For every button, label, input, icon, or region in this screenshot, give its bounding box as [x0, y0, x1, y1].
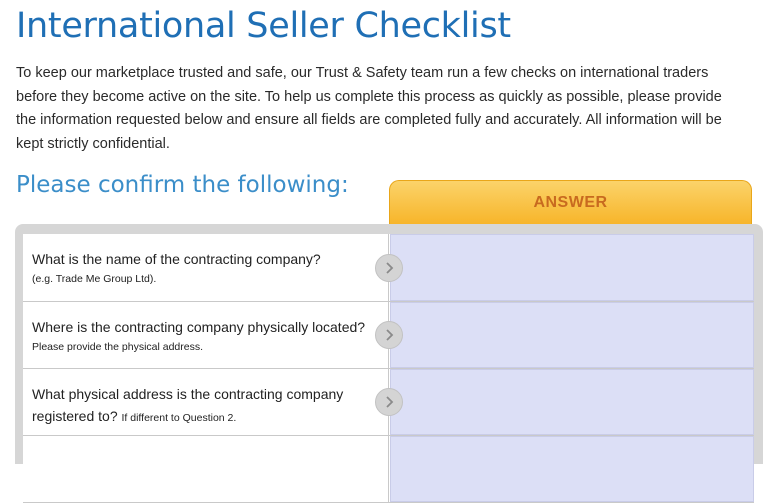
question-cell: Where is the contracting company physica… — [23, 302, 403, 368]
table-row: What is the name of the contracting comp… — [23, 234, 754, 302]
chevron-right-icon — [375, 388, 403, 416]
answer-field-physical-location[interactable] — [390, 302, 754, 368]
section-subtitle: Please confirm the following: — [16, 172, 349, 198]
chevron-right-icon — [375, 253, 403, 282]
page-title: International Seller Checklist — [16, 6, 511, 46]
intro-text: To keep our marketplace trusted and safe… — [16, 65, 722, 152]
answer-field[interactable] — [390, 436, 754, 502]
chevron-right-icon — [375, 321, 403, 349]
question-cell — [23, 436, 389, 502]
checklist-table: What is the name of the contracting comp… — [23, 234, 754, 503]
table-row: Where is the contracting company physica… — [23, 302, 754, 369]
question-text-block: What physical address is the contracting… — [32, 383, 368, 429]
table-row: What physical address is the contracting… — [23, 369, 754, 436]
table-row — [23, 436, 754, 503]
question-cell: What physical address is the contracting… — [23, 369, 403, 435]
answer-column-header: ANSWER — [389, 180, 752, 224]
question-hint: If different to Question 2. — [121, 412, 237, 424]
question-text: Where is the contracting company physica… — [32, 319, 366, 335]
question-hint: Please provide the physical address. — [32, 341, 204, 353]
answer-field-company-name[interactable] — [390, 234, 754, 301]
question-text: What is the name of the contracting comp… — [32, 251, 321, 267]
question-cell: What is the name of the contracting comp… — [23, 234, 403, 301]
question-hint: (e.g. Trade Me Group Ltd). — [32, 273, 157, 285]
answer-field-registered-address[interactable] — [390, 369, 754, 435]
